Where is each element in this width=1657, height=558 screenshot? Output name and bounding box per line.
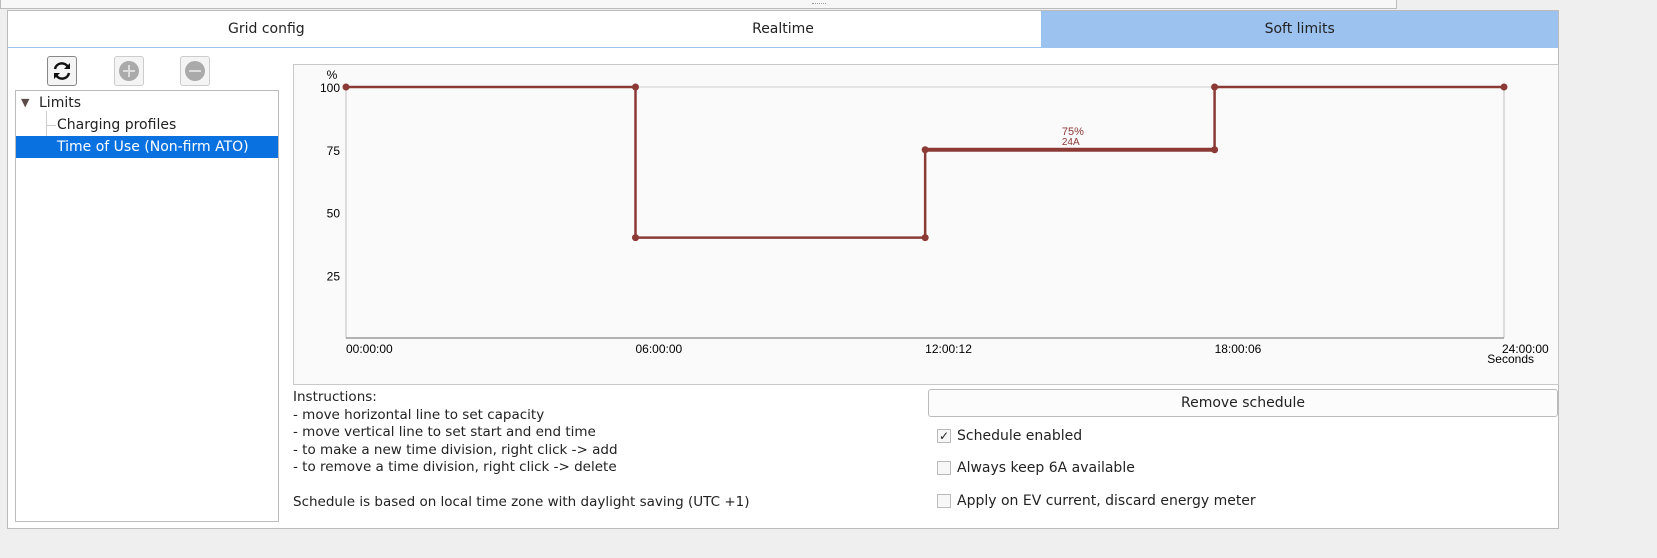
checkbox-label: Always keep 6A available bbox=[957, 460, 1135, 476]
checkbox-label: Schedule enabled bbox=[957, 428, 1083, 444]
x-tick-label: 06:00:00 bbox=[636, 342, 683, 356]
add-button[interactable] bbox=[114, 56, 144, 86]
checkbox-label: Apply on EV current, discard energy mete… bbox=[957, 493, 1256, 509]
refresh-icon bbox=[53, 62, 71, 80]
limits-tree: ▼ Limits Charging profiles Time of Use (… bbox=[15, 90, 279, 522]
y-tick-label: 25 bbox=[327, 269, 341, 283]
x-tick-label: 24:00:00 bbox=[1502, 342, 1549, 356]
remove-button[interactable] bbox=[180, 56, 210, 86]
tab-soft-limits[interactable]: Soft limits bbox=[1041, 11, 1559, 47]
expand-arrow-icon[interactable]: ▼ bbox=[21, 92, 29, 114]
splitter-handle[interactable] bbox=[812, 3, 826, 6]
tab-grid-config[interactable]: Grid config bbox=[8, 11, 525, 47]
plus-icon bbox=[119, 61, 139, 81]
y-tick-label: 75 bbox=[327, 144, 341, 158]
x-tick-label: 18:00:06 bbox=[1215, 342, 1262, 356]
y-tick-label: 50 bbox=[327, 207, 341, 221]
keep-6a-checkbox[interactable]: Always keep 6A available bbox=[937, 460, 1135, 476]
data-point[interactable] bbox=[1211, 146, 1219, 154]
data-point[interactable] bbox=[1500, 83, 1508, 91]
x-tick-label: 00:00:00 bbox=[346, 342, 393, 356]
tree-item-limits[interactable]: ▼ Limits bbox=[16, 92, 278, 114]
y-axis-label: % bbox=[327, 68, 338, 82]
tree-item-label: Charging profiles bbox=[57, 117, 177, 133]
chart-svg[interactable]: % Seconds 10075502500:00:00 06:00:00 12:00… bbox=[294, 65, 1558, 384]
checkbox-icon[interactable] bbox=[937, 494, 951, 508]
tab-bar: Grid config Realtime Soft limits bbox=[7, 10, 1559, 49]
data-point[interactable] bbox=[632, 83, 639, 91]
tree-branch-line bbox=[46, 125, 56, 126]
schedule-enabled-checkbox[interactable]: ✓ Schedule enabled bbox=[937, 428, 1082, 444]
data-point[interactable] bbox=[1211, 83, 1219, 91]
tree-item-label: Time of Use (Non-firm ATO) bbox=[57, 139, 249, 155]
tree-item-charging-profiles[interactable]: Charging profiles bbox=[16, 114, 278, 136]
y-tick-label: 100 bbox=[320, 81, 340, 95]
data-point[interactable] bbox=[632, 234, 639, 242]
segment-current-label: 24A bbox=[1062, 137, 1080, 148]
tab-realtime[interactable]: Realtime bbox=[525, 11, 1042, 47]
instructions-text: Instructions: - move horizontal line to … bbox=[293, 389, 750, 510]
top-panel bbox=[0, 0, 1397, 9]
data-point[interactable] bbox=[342, 83, 350, 91]
data-point[interactable] bbox=[921, 146, 929, 154]
x-tick-label: 12:00:12 bbox=[925, 342, 972, 356]
remove-schedule-button[interactable]: Remove schedule bbox=[928, 389, 1558, 417]
apply-ev-current-checkbox[interactable]: Apply on EV current, discard energy mete… bbox=[937, 493, 1256, 509]
tree-item-time-of-use[interactable]: Time of Use (Non-firm ATO) bbox=[16, 136, 278, 158]
soft-limit-chart[interactable]: % Seconds 100 75 50 25 00:00:00 06:00:00 12:00… bbox=[293, 64, 1559, 385]
minus-icon bbox=[185, 61, 205, 81]
checkbox-checked-icon[interactable]: ✓ bbox=[937, 429, 951, 443]
refresh-button[interactable] bbox=[47, 56, 77, 86]
data-point[interactable] bbox=[921, 234, 929, 242]
checkbox-icon[interactable] bbox=[937, 461, 951, 475]
